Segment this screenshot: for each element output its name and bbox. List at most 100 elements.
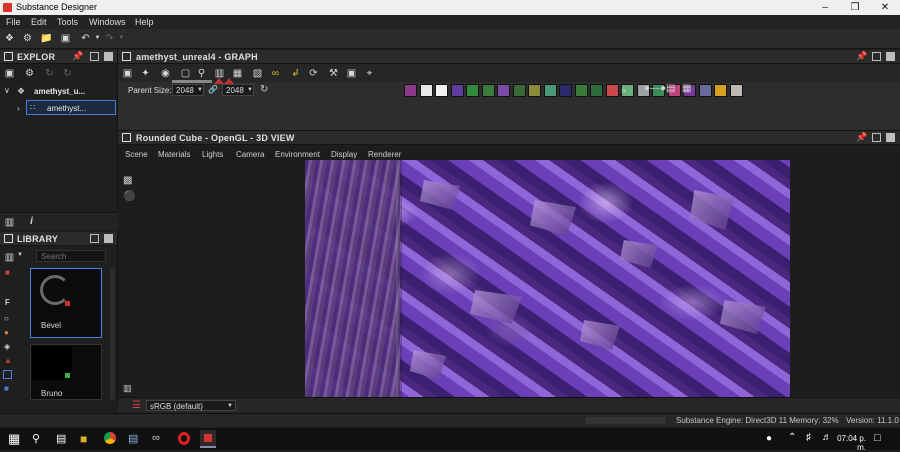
category-icon[interactable]: ■ bbox=[5, 268, 10, 277]
package-tree-item[interactable]: ∨ ❖ amethyst_u... bbox=[2, 86, 116, 98]
pin-icon[interactable]: 📌 bbox=[856, 132, 867, 143]
library-scrollbar[interactable] bbox=[110, 268, 115, 400]
layout-toggle-icon[interactable]: ▥ bbox=[123, 383, 132, 394]
menu-display[interactable]: Display bbox=[331, 150, 357, 159]
category-icon[interactable]: ● bbox=[4, 328, 9, 337]
node-palette-item[interactable] bbox=[559, 84, 572, 97]
maximize-button[interactable]: ❐ bbox=[840, 0, 870, 15]
cycle-icon[interactable]: ⟳ bbox=[308, 68, 319, 79]
node-palette-item[interactable] bbox=[528, 84, 541, 97]
zoom-icon[interactable]: ⚲ bbox=[196, 68, 207, 79]
node-palette-item[interactable] bbox=[419, 84, 433, 97]
menu-renderer[interactable]: Renderer bbox=[368, 150, 401, 159]
save-icon[interactable]: ▣ bbox=[60, 33, 71, 44]
app-icon[interactable]: ▤ bbox=[128, 432, 138, 445]
info-icon[interactable]: i bbox=[26, 216, 37, 227]
menu-help[interactable]: Help bbox=[135, 17, 154, 27]
screenshot-icon[interactable]: ◉ bbox=[160, 68, 171, 79]
refresh-icon[interactable]: ↻ bbox=[44, 68, 55, 79]
pin-icon[interactable]: 📌 bbox=[72, 51, 83, 62]
file-explorer-icon[interactable]: ■ bbox=[80, 432, 87, 446]
graph-tree-item[interactable]: ∷ amethyst... bbox=[26, 100, 116, 115]
save-package-icon[interactable]: ▣ bbox=[4, 68, 15, 79]
export-icon[interactable]: ▣ bbox=[346, 68, 357, 79]
grid-icon[interactable]: ▧ bbox=[252, 68, 263, 79]
node-palette-item[interactable] bbox=[450, 84, 464, 97]
filter-dropdown-icon[interactable]: ▼ bbox=[17, 252, 23, 258]
tray-chevron-icon[interactable]: ⌃ bbox=[788, 432, 796, 443]
camera-icon[interactable]: ▩ bbox=[123, 175, 132, 186]
node-palette-item[interactable] bbox=[590, 84, 603, 97]
redo-icon[interactable]: ↷ bbox=[104, 33, 115, 44]
link-size-icon[interactable]: 🔗 bbox=[208, 85, 218, 94]
category-icon[interactable]: ◈ bbox=[4, 342, 10, 351]
library-search-input[interactable] bbox=[36, 250, 106, 262]
visual-studio-icon[interactable]: ∞ bbox=[152, 432, 160, 444]
minimize-button[interactable]: – bbox=[810, 0, 840, 15]
notifications-icon[interactable]: □ bbox=[874, 432, 881, 444]
node-palette-item[interactable] bbox=[481, 84, 495, 97]
node-palette-item[interactable] bbox=[605, 84, 619, 97]
more-nodes-icon[interactable]: » bbox=[621, 85, 626, 95]
close-panel-icon[interactable] bbox=[886, 52, 895, 61]
connector-icon[interactable]: ↲ bbox=[290, 68, 301, 79]
float-icon[interactable] bbox=[872, 133, 881, 142]
menu-file[interactable]: File bbox=[6, 17, 21, 27]
network-icon[interactable]: ♯ bbox=[806, 432, 811, 443]
node-palette-item[interactable] bbox=[435, 84, 448, 97]
library-item-bevel[interactable]: Bevel bbox=[30, 268, 102, 338]
open-icon[interactable]: 📁 bbox=[40, 33, 52, 44]
category-icon[interactable] bbox=[3, 370, 12, 379]
node-palette-item[interactable] bbox=[574, 84, 588, 97]
menu-materials[interactable]: Materials bbox=[158, 150, 190, 159]
node-palette-item[interactable] bbox=[698, 84, 712, 97]
node-tool-icon[interactable]: ●—● bbox=[644, 83, 666, 94]
refresh-all-icon[interactable]: ↻ bbox=[62, 68, 73, 79]
float-icon[interactable] bbox=[90, 234, 99, 243]
close-panel-icon[interactable] bbox=[104, 234, 113, 243]
pin-icon[interactable]: 📌 bbox=[856, 51, 867, 62]
expand-arrow-icon[interactable]: › bbox=[17, 104, 20, 113]
menu-scene[interactable]: Scene bbox=[125, 150, 148, 159]
new-resource-icon[interactable]: ⚙ bbox=[24, 68, 35, 79]
center-icon[interactable]: ✦ bbox=[140, 68, 151, 79]
node-palette-item[interactable] bbox=[404, 84, 417, 97]
menu-tools[interactable]: Tools bbox=[57, 17, 78, 27]
redo-dropdown-icon[interactable]: ▼ bbox=[116, 33, 127, 44]
clock[interactable]: 07:04 p. m. bbox=[826, 434, 866, 452]
tools-icon[interactable]: ⚒ bbox=[328, 68, 339, 79]
category-icon[interactable]: ■ bbox=[4, 384, 9, 393]
library-item-bruno[interactable]: Bruno bbox=[30, 344, 102, 400]
hierarchy-icon[interactable]: ▥ bbox=[4, 217, 15, 228]
new-package-icon[interactable]: ❖ bbox=[4, 33, 15, 44]
taskview-icon[interactable]: ▤ bbox=[56, 432, 66, 445]
close-panel-icon[interactable] bbox=[886, 133, 895, 142]
light-icon[interactable]: ⚫ bbox=[123, 191, 135, 202]
close-button[interactable]: ✕ bbox=[870, 0, 900, 15]
crop-icon[interactable]: ⌖ bbox=[364, 68, 375, 79]
chrome-icon[interactable] bbox=[104, 432, 116, 444]
node-palette-item[interactable] bbox=[466, 84, 479, 97]
frame-icon[interactable]: ▢ bbox=[180, 68, 191, 79]
opera-icon[interactable] bbox=[178, 432, 190, 445]
undo-icon[interactable]: ↶ bbox=[80, 33, 91, 44]
menu-edit[interactable]: Edit bbox=[31, 17, 47, 27]
close-panel-icon[interactable] bbox=[104, 52, 113, 61]
layout-icon[interactable]: ▦ bbox=[232, 68, 243, 79]
fit-icon[interactable]: ▣ bbox=[122, 68, 133, 79]
parent-size-dropdown[interactable]: 2048 ▼ bbox=[172, 84, 204, 96]
node-tool-icon[interactable]: ▤ bbox=[666, 83, 675, 94]
menu-environment[interactable]: Environment bbox=[275, 150, 320, 159]
menu-windows[interactable]: Windows bbox=[89, 17, 126, 27]
float-icon[interactable] bbox=[872, 52, 881, 61]
category-icon[interactable]: ○ bbox=[4, 314, 9, 323]
node-palette-item[interactable] bbox=[543, 84, 557, 97]
node-palette-item[interactable] bbox=[714, 84, 727, 97]
new-graph-icon[interactable]: ⚙ bbox=[22, 33, 33, 44]
link-icon[interactable]: ∞ bbox=[270, 68, 281, 79]
collapse-arrow-icon[interactable]: ∨ bbox=[4, 86, 10, 95]
float-icon[interactable] bbox=[90, 52, 99, 61]
category-icon[interactable]: ▲ bbox=[4, 356, 12, 365]
reset-size-icon[interactable]: ↻ bbox=[260, 84, 268, 95]
node-tool-icon[interactable]: ▦ bbox=[682, 83, 691, 94]
